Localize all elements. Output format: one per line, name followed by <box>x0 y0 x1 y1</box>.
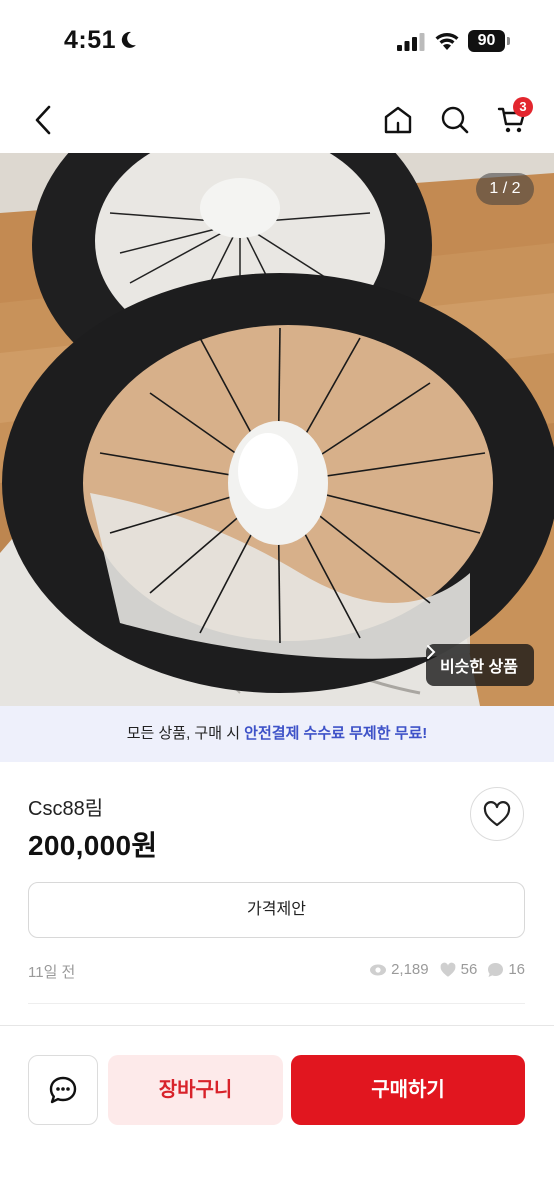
heart-icon <box>483 801 511 827</box>
moon-icon <box>121 31 136 48</box>
posted-time: 11일 전 <box>28 964 76 981</box>
promo-text: 모든 상품, 구매 시 <box>126 725 245 742</box>
wifi-icon <box>435 33 459 50</box>
chats-stat: 16 <box>487 961 525 978</box>
add-to-cart-button[interactable]: 장바구니 <box>108 1055 283 1125</box>
product-photo <box>0 153 554 706</box>
search-icon <box>441 106 469 134</box>
chats-count: 16 <box>508 961 525 978</box>
product-image-gallery[interactable]: 1 / 2 비슷한 상품 <box>0 153 554 706</box>
cart-count-badge: 3 <box>513 97 533 117</box>
eye-icon <box>370 964 387 975</box>
promo-banner[interactable]: 모든 상품, 구매 시 안전결제 수수료 무제한 무료! <box>0 706 554 762</box>
price-offer-button[interactable]: 가격제안 <box>28 882 525 938</box>
top-nav-bar <box>0 90 554 150</box>
product-meta: 11일 전 2,189 56 16 <box>28 958 525 982</box>
like-button[interactable] <box>470 787 524 841</box>
status-time: 4:51 <box>64 26 117 54</box>
status-bar: 4:51 90 <box>0 0 554 84</box>
promo-highlight: 안전결제 수수료 무제한 무료! <box>244 725 428 742</box>
views-count: 2,189 <box>391 961 429 978</box>
chat-bubble-icon <box>49 1076 77 1104</box>
product-price: 200,000원 <box>28 830 158 861</box>
battery-indicator: 90 <box>468 30 510 52</box>
battery-level: 90 <box>468 30 505 52</box>
likes-count: 56 <box>460 961 478 978</box>
home-button[interactable] <box>378 100 418 140</box>
heart-icon <box>440 962 456 977</box>
home-icon <box>384 106 412 134</box>
back-icon <box>35 105 51 135</box>
chat-bubble-icon <box>488 962 504 977</box>
battery-tip <box>507 37 510 45</box>
search-button[interactable] <box>435 100 475 140</box>
similar-products-button[interactable]: 비슷한 상품 <box>425 644 534 686</box>
image-page-counter: 1 / 2 <box>476 173 534 205</box>
chevron-right-icon <box>426 645 436 659</box>
product-stats: 2,189 56 16 <box>363 961 525 978</box>
bottom-bar-divider <box>0 1025 554 1026</box>
product-title: Csc88림 <box>28 798 104 820</box>
buy-now-button[interactable]: 구매하기 <box>291 1055 525 1125</box>
views-stat: 2,189 <box>369 961 429 978</box>
divider <box>28 1003 525 1004</box>
similar-products-label: 비슷한 상품 <box>439 659 518 676</box>
likes-stat: 56 <box>439 961 478 978</box>
signal-icon <box>397 33 425 51</box>
chat-button[interactable] <box>28 1055 98 1125</box>
back-button[interactable] <box>24 100 64 140</box>
